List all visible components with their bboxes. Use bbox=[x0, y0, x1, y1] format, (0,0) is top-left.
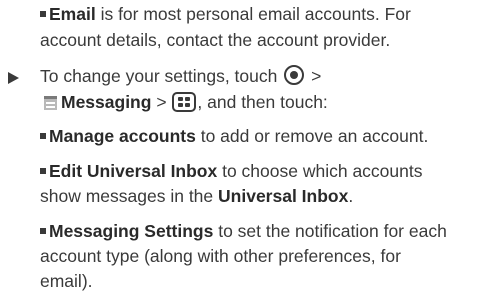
edit-inbox-line2-end: . bbox=[348, 186, 354, 206]
messaging-label: Messaging bbox=[61, 92, 152, 112]
messaging-settings-item-line2: account type (along with other preferenc… bbox=[40, 246, 401, 266]
messaging-settings-description: to set the notification for each bbox=[213, 221, 447, 241]
separator-gt: > bbox=[306, 66, 322, 86]
home-icon bbox=[284, 65, 305, 85]
edit-inbox-item-line2: show messages in the Universal Inbox. bbox=[40, 184, 353, 208]
manage-accounts-term: Manage accounts bbox=[49, 126, 196, 146]
manage-accounts-item: Manage accounts to add or remove an acco… bbox=[40, 124, 428, 148]
messaging-settings-item-line1: Messaging Settings to set the notificati… bbox=[40, 219, 447, 243]
step-line1: To change your settings, touch > bbox=[40, 64, 321, 88]
bullet-square-icon bbox=[40, 133, 46, 139]
step-tail: , and then touch: bbox=[197, 92, 328, 112]
messaging-settings-item-line3: email). bbox=[40, 271, 93, 291]
email-description: is for most personal email accounts. For bbox=[95, 4, 411, 24]
email-item-line1: Email is for most personal email account… bbox=[40, 2, 411, 26]
edit-inbox-term: Edit Universal Inbox bbox=[49, 161, 218, 181]
messaging-settings-term: Messaging Settings bbox=[49, 221, 214, 241]
messaging-icon bbox=[44, 96, 57, 110]
separator-gt: > bbox=[151, 92, 172, 112]
edit-inbox-item-line1: Edit Universal Inbox to choose which acc… bbox=[40, 159, 423, 183]
edit-inbox-line2-text: show messages in the bbox=[40, 186, 219, 206]
bullet-square-icon bbox=[40, 11, 46, 17]
step-instruction: To change your settings, touch bbox=[40, 66, 278, 86]
bullet-square-icon bbox=[40, 168, 46, 174]
menu-icon bbox=[172, 92, 197, 112]
bullet-square-icon bbox=[40, 228, 46, 234]
manage-accounts-description: to add or remove an account. bbox=[195, 126, 429, 146]
email-term: Email bbox=[49, 4, 96, 24]
universal-inbox-term: Universal Inbox bbox=[218, 186, 349, 206]
step-line2: Messaging > , and then touch: bbox=[40, 90, 328, 114]
email-item-line2: account details, contact the account pro… bbox=[40, 30, 391, 50]
step-arrow-icon bbox=[8, 72, 19, 84]
edit-inbox-description: to choose which accounts bbox=[217, 161, 423, 181]
